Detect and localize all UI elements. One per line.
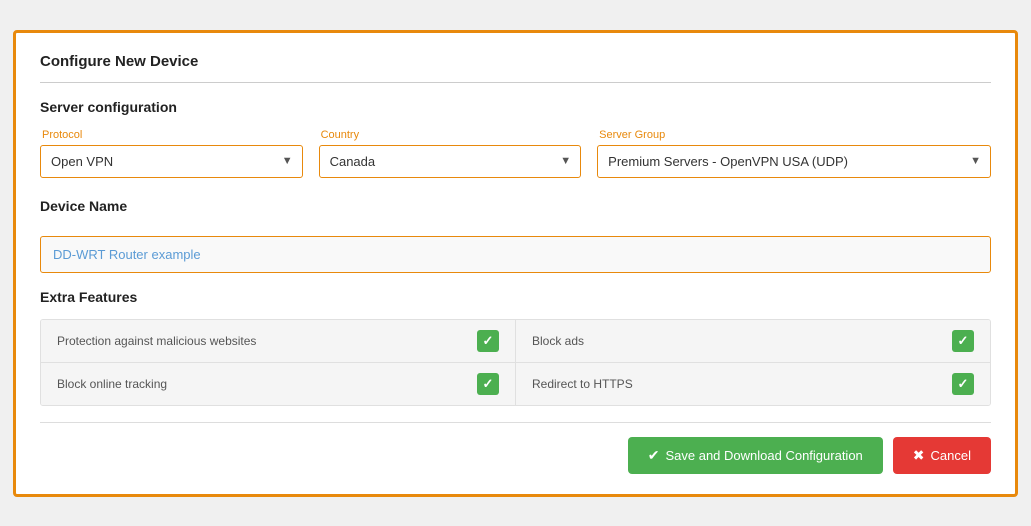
extra-features-section: Extra Features Protection against malici… bbox=[40, 289, 991, 406]
country-select-wrapper: Canada United States United Kingdom Germ… bbox=[319, 145, 582, 178]
feature-cell-protection: Protection against malicious websites bbox=[41, 320, 516, 362]
save-button-label: Save and Download Configuration bbox=[665, 448, 862, 463]
feature-cell-https: Redirect to HTTPS bbox=[516, 363, 990, 405]
checkbox-tracking[interactable] bbox=[477, 373, 499, 395]
save-check-icon: ✔ bbox=[648, 447, 660, 464]
save-download-button[interactable]: ✔ Save and Download Configuration bbox=[628, 437, 883, 474]
footer-divider bbox=[40, 422, 991, 423]
device-name-section: Device Name bbox=[40, 198, 991, 273]
server-config-row: Protocol Open VPN IKEv2 WireGuard ▼ Coun… bbox=[40, 129, 991, 178]
title-divider bbox=[40, 82, 991, 83]
protocol-select-wrapper: Open VPN IKEv2 WireGuard ▼ bbox=[40, 145, 303, 178]
server-config-title: Server configuration bbox=[40, 99, 991, 115]
feature-row-2: Block online tracking Redirect to HTTPS bbox=[41, 363, 990, 405]
features-grid: Protection against malicious websites Bl… bbox=[40, 319, 991, 406]
footer-buttons: ✔ Save and Download Configuration ✖ Canc… bbox=[40, 437, 991, 474]
device-name-input[interactable] bbox=[40, 236, 991, 273]
feature-cell-tracking: Block online tracking bbox=[41, 363, 516, 405]
extra-features-title: Extra Features bbox=[40, 289, 991, 305]
configure-device-dialog: Configure New Device Server configuratio… bbox=[13, 30, 1018, 497]
cancel-x-icon: ✖ bbox=[913, 447, 925, 464]
checkbox-block-ads[interactable] bbox=[952, 330, 974, 352]
feature-label-tracking: Block online tracking bbox=[57, 377, 167, 391]
country-select[interactable]: Canada United States United Kingdom Germ… bbox=[319, 145, 582, 178]
checkbox-https[interactable] bbox=[952, 373, 974, 395]
dialog-title: Configure New Device bbox=[40, 53, 991, 70]
country-label: Country bbox=[319, 129, 582, 141]
country-field: Country Canada United States United King… bbox=[319, 129, 582, 178]
feature-row-1: Protection against malicious websites Bl… bbox=[41, 320, 990, 363]
cancel-button[interactable]: ✖ Cancel bbox=[893, 437, 991, 474]
server-group-label: Server Group bbox=[597, 129, 991, 141]
protocol-field: Protocol Open VPN IKEv2 WireGuard ▼ bbox=[40, 129, 303, 178]
feature-cell-block-ads: Block ads bbox=[516, 320, 990, 362]
cancel-button-label: Cancel bbox=[931, 448, 971, 463]
server-group-field: Server Group Premium Servers - OpenVPN U… bbox=[597, 129, 991, 178]
server-group-select-wrapper: Premium Servers - OpenVPN USA (UDP) Stan… bbox=[597, 145, 991, 178]
server-group-select[interactable]: Premium Servers - OpenVPN USA (UDP) Stan… bbox=[597, 145, 991, 178]
feature-label-protection: Protection against malicious websites bbox=[57, 334, 256, 348]
protocol-select[interactable]: Open VPN IKEv2 WireGuard bbox=[40, 145, 303, 178]
feature-label-block-ads: Block ads bbox=[532, 334, 584, 348]
feature-label-https: Redirect to HTTPS bbox=[532, 377, 633, 391]
checkbox-protection[interactable] bbox=[477, 330, 499, 352]
protocol-label: Protocol bbox=[40, 129, 303, 141]
device-name-title: Device Name bbox=[40, 198, 991, 214]
